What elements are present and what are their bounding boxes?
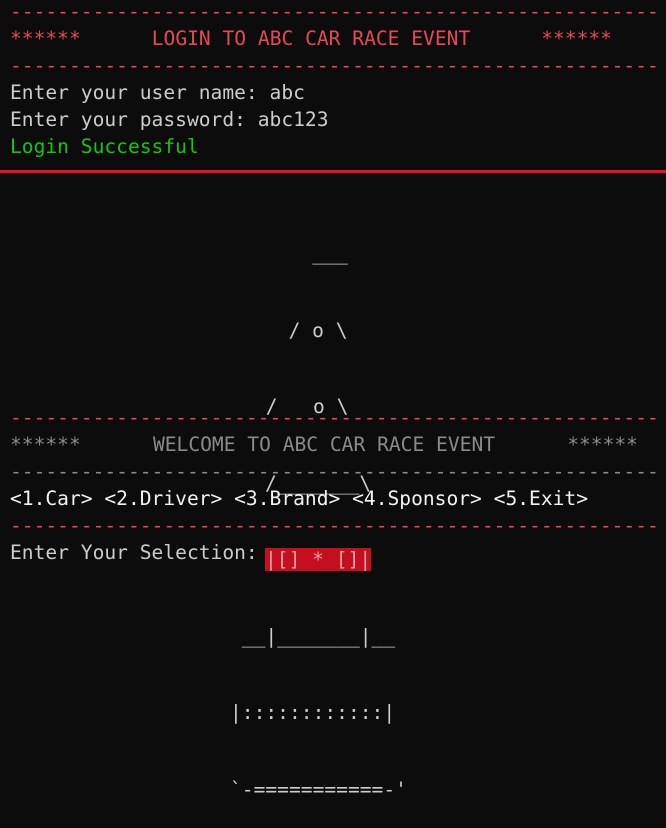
welcome-top-rule: ----------------------------------------… xyxy=(10,406,660,429)
section-divider xyxy=(0,170,666,173)
login-status: Login Successful xyxy=(10,135,199,158)
terminal-output: ----------------------------------------… xyxy=(10,0,660,160)
welcome-stars-right: ****** xyxy=(567,433,638,456)
welcome-stars-left: ****** xyxy=(10,433,81,456)
art-line-7: |::::::::::::| xyxy=(230,701,396,724)
login-bottom-rule: ----------------------------------------… xyxy=(10,54,660,77)
login-title: LOGIN TO ABC CAR RACE EVENT xyxy=(151,27,471,50)
welcome-title: WELCOME TO ABC CAR RACE EVENT xyxy=(152,433,496,456)
welcome-section: ----------------------------------------… xyxy=(10,404,660,566)
welcome-mid-rule: ----------------------------------------… xyxy=(10,460,660,483)
art-line-2: / o \ xyxy=(265,318,348,342)
password-prompt: Enter your password: abc123 xyxy=(10,108,329,131)
login-banner: ****** LOGIN TO ABC CAR RACE EVENT *****… xyxy=(10,25,612,52)
login-stars-left: ****** xyxy=(10,27,81,50)
username-prompt: Enter your user name: abc xyxy=(10,81,305,104)
art-line-1: ___ xyxy=(277,242,348,265)
art-line-6: __|_______|__ xyxy=(230,624,396,648)
login-stars-right: ****** xyxy=(541,27,612,50)
selection-prompt[interactable]: Enter Your Selection: xyxy=(10,539,660,566)
art-line-8: `-===========-' xyxy=(230,777,407,801)
main-menu: <1.Car> <2.Driver> <3.Brand> <4.Sponsor>… xyxy=(10,487,589,510)
welcome-banner: ****** WELCOME TO ABC CAR RACE EVENT ***… xyxy=(10,431,638,458)
welcome-bottom-rule: ----------------------------------------… xyxy=(10,514,660,537)
login-top-rule: ----------------------------------------… xyxy=(10,0,660,23)
